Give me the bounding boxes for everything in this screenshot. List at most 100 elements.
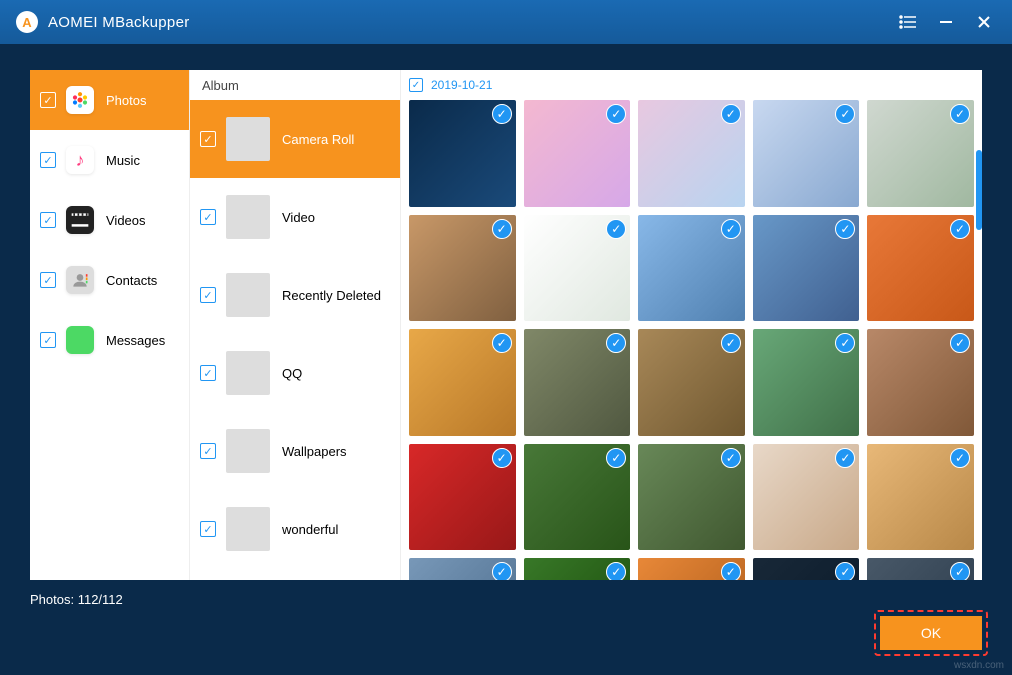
date-group-checkbox[interactable]: ✓ — [409, 78, 423, 92]
photo-thumbnail[interactable]: ✓ — [753, 558, 860, 580]
photo-thumbnail[interactable]: ✓ — [524, 215, 631, 322]
photo-selected-badge[interactable]: ✓ — [606, 562, 626, 580]
album-checkbox[interactable]: ✓ — [200, 209, 216, 225]
photo-thumbnail[interactable]: ✓ — [638, 558, 745, 580]
photo-thumbnail[interactable]: ✓ — [638, 215, 745, 322]
photo-selected-badge[interactable]: ✓ — [950, 333, 970, 353]
album-thumbnail — [226, 117, 270, 161]
album-checkbox[interactable]: ✓ — [200, 131, 216, 147]
photo-thumbnail[interactable]: ✓ — [524, 558, 631, 580]
album-checkbox[interactable]: ✓ — [200, 443, 216, 459]
photo-thumbnail[interactable]: ✓ — [867, 558, 974, 580]
photo-selected-badge[interactable]: ✓ — [950, 104, 970, 124]
photo-thumbnail[interactable]: ✓ — [409, 558, 516, 580]
photo-thumbnail[interactable]: ✓ — [638, 444, 745, 551]
status-text: Photos: 112/112 — [30, 592, 123, 607]
watermark-text: wsxdn.com — [954, 660, 1004, 671]
photo-selected-badge[interactable]: ✓ — [835, 448, 855, 468]
close-button[interactable] — [972, 10, 996, 34]
photo-thumbnail[interactable]: ✓ — [867, 100, 974, 207]
date-group-label: 2019-10-21 — [431, 78, 492, 92]
category-photos[interactable]: ✓ Photos — [30, 70, 189, 130]
photo-selected-badge[interactable]: ✓ — [606, 104, 626, 124]
album-thumbnail — [226, 429, 270, 473]
photo-selected-badge[interactable]: ✓ — [721, 104, 741, 124]
album-qq[interactable]: ✓ QQ — [190, 334, 400, 412]
photos-icon — [66, 86, 94, 114]
photo-thumbnail[interactable]: ✓ — [753, 215, 860, 322]
photo-selected-badge[interactable]: ✓ — [492, 333, 512, 353]
photo-thumbnail[interactable]: ✓ — [409, 329, 516, 436]
titlebar: A AOMEI MBackupper — [0, 0, 1012, 44]
album-video[interactable]: ✓ Video — [190, 178, 400, 256]
album-thumbnail — [226, 351, 270, 395]
photo-selected-badge[interactable]: ✓ — [835, 333, 855, 353]
contacts-icon — [66, 266, 94, 294]
photo-thumbnail[interactable]: ✓ — [524, 444, 631, 551]
main-panel: ✓ Photos✓ ♪ Music✓ Videos✓ Contacts✓ Mes… — [30, 70, 982, 580]
photo-selected-badge[interactable]: ✓ — [835, 104, 855, 124]
photo-thumbnail[interactable]: ✓ — [867, 329, 974, 436]
category-label: Photos — [106, 93, 146, 108]
photo-panel: ✓ 2019-10-21 ✓ ✓ ✓ ✓ ✓ ✓ ✓ ✓ ✓ ✓ ✓ ✓ ✓ ✓ ✓ ✓ ✓ ✓ ✓ ✓ ✓ ✓ ✓ ✓ ✓ — [400, 70, 982, 580]
list-view-icon[interactable] — [896, 10, 920, 34]
photo-selected-badge[interactable]: ✓ — [492, 104, 512, 124]
photo-thumbnail[interactable]: ✓ — [753, 444, 860, 551]
minimize-button[interactable] — [934, 10, 958, 34]
album-thumbnail — [226, 195, 270, 239]
vertical-scrollbar[interactable] — [976, 150, 982, 230]
photo-selected-badge[interactable]: ✓ — [835, 219, 855, 239]
photo-thumbnail[interactable]: ✓ — [867, 444, 974, 551]
music-icon: ♪ — [66, 146, 94, 174]
category-music[interactable]: ✓ ♪ Music — [30, 130, 189, 190]
album-wonderful[interactable]: ✓ wonderful — [190, 490, 400, 568]
photo-selected-badge[interactable]: ✓ — [950, 219, 970, 239]
album-label: QQ — [282, 366, 302, 381]
photo-selected-badge[interactable]: ✓ — [721, 333, 741, 353]
photo-selected-badge[interactable]: ✓ — [835, 562, 855, 580]
photo-selected-badge[interactable]: ✓ — [606, 333, 626, 353]
photo-thumbnail[interactable]: ✓ — [638, 329, 745, 436]
album-label: Camera Roll — [282, 132, 354, 147]
category-checkbox[interactable]: ✓ — [40, 212, 56, 228]
photo-selected-badge[interactable]: ✓ — [950, 448, 970, 468]
date-group-header[interactable]: ✓ 2019-10-21 — [401, 70, 982, 100]
photo-selected-badge[interactable]: ✓ — [721, 448, 741, 468]
category-checkbox[interactable]: ✓ — [40, 272, 56, 288]
category-checkbox[interactable]: ✓ — [40, 332, 56, 348]
photo-selected-badge[interactable]: ✓ — [492, 219, 512, 239]
photo-thumbnail[interactable]: ✓ — [524, 100, 631, 207]
photo-selected-badge[interactable]: ✓ — [492, 562, 512, 580]
photo-selected-badge[interactable]: ✓ — [492, 448, 512, 468]
photo-thumbnail[interactable]: ✓ — [753, 329, 860, 436]
photo-selected-badge[interactable]: ✓ — [721, 562, 741, 580]
album-recently-deleted[interactable]: ✓ Recently Deleted — [190, 256, 400, 334]
photo-thumbnail[interactable]: ✓ — [524, 329, 631, 436]
photo-thumbnail[interactable]: ✓ — [867, 215, 974, 322]
album-wallpapers[interactable]: ✓ Wallpapers — [190, 412, 400, 490]
photo-thumbnail[interactable]: ✓ — [638, 100, 745, 207]
photo-selected-badge[interactable]: ✓ — [721, 219, 741, 239]
category-messages[interactable]: ✓ Messages — [30, 310, 189, 370]
ok-button[interactable]: OK — [880, 616, 982, 650]
photo-selected-badge[interactable]: ✓ — [950, 562, 970, 580]
category-label: Music — [106, 153, 140, 168]
photo-selected-badge[interactable]: ✓ — [606, 448, 626, 468]
messages-icon — [66, 326, 94, 354]
category-checkbox[interactable]: ✓ — [40, 92, 56, 108]
photo-thumbnail[interactable]: ✓ — [409, 215, 516, 322]
album-label: wonderful — [282, 522, 338, 537]
photo-thumbnail[interactable]: ✓ — [409, 100, 516, 207]
photo-thumbnail[interactable]: ✓ — [753, 100, 860, 207]
album-checkbox[interactable]: ✓ — [200, 521, 216, 537]
photo-grid: ✓ ✓ ✓ ✓ ✓ ✓ ✓ ✓ ✓ ✓ ✓ ✓ ✓ ✓ ✓ ✓ ✓ ✓ ✓ ✓ ✓ ✓ ✓ ✓ ✓ — [401, 100, 982, 580]
photo-selected-badge[interactable]: ✓ — [606, 219, 626, 239]
album-camera-roll[interactable]: ✓ Camera Roll — [190, 100, 400, 178]
album-header: Album — [190, 70, 400, 100]
category-checkbox[interactable]: ✓ — [40, 152, 56, 168]
photo-thumbnail[interactable]: ✓ — [409, 444, 516, 551]
category-contacts[interactable]: ✓ Contacts — [30, 250, 189, 310]
album-checkbox[interactable]: ✓ — [200, 365, 216, 381]
album-checkbox[interactable]: ✓ — [200, 287, 216, 303]
category-videos[interactable]: ✓ Videos — [30, 190, 189, 250]
